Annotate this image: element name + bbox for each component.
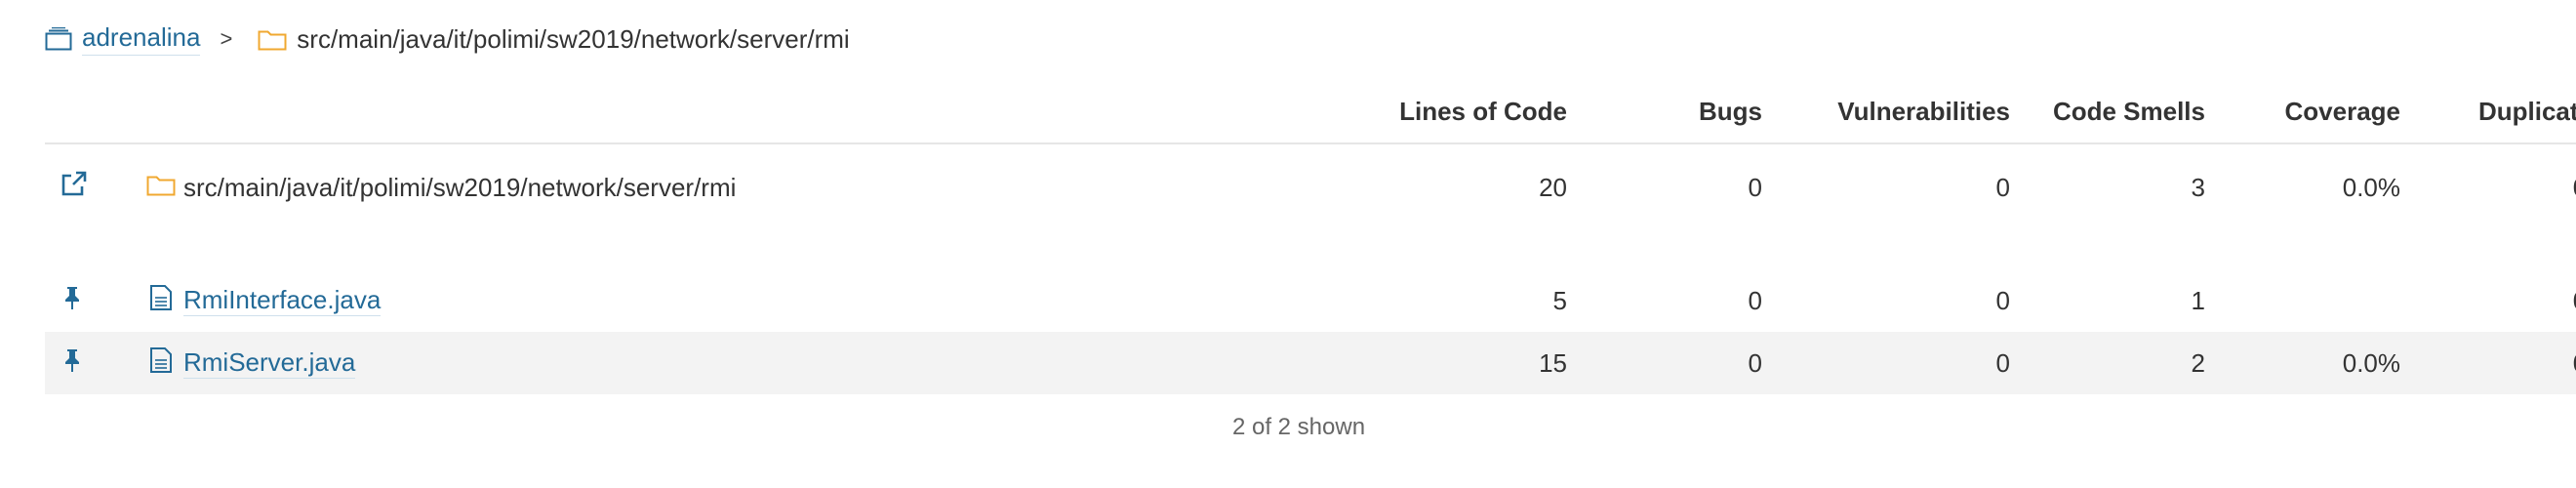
file-bugs[interactable]: 0 <box>1587 332 1782 394</box>
header-name <box>146 80 1391 144</box>
table-header: Lines of Code Bugs Vulnerabilities Code … <box>45 80 2576 144</box>
header-action <box>45 80 146 144</box>
file-code-smells[interactable]: 1 <box>2030 269 2225 332</box>
column-lines-of-code[interactable]: Lines of Code <box>1391 80 1587 144</box>
directory-name: src/main/java/it/polimi/sw2019/network/s… <box>183 172 737 202</box>
file-vulnerabilities[interactable]: 0 <box>1782 269 2030 332</box>
directory-coverage[interactable]: 0.0% <box>2225 143 2420 230</box>
breadcrumb-project-link[interactable]: adrenalina <box>82 22 201 56</box>
file-icon <box>146 346 183 381</box>
table-row: RmiInterface.java 5 0 0 1 0.0% <box>45 269 2576 332</box>
directory-vulnerabilities[interactable]: 0 <box>1782 143 2030 230</box>
breadcrumb: adrenalina > src/main/java/it/polimi/sw2… <box>45 20 850 59</box>
breadcrumb-path: src/main/java/it/polimi/sw2019/network/s… <box>297 23 850 54</box>
directory-duplications[interactable]: 0.0% <box>2420 143 2576 230</box>
project-icon <box>45 27 72 51</box>
row-spacer <box>45 230 2576 269</box>
folder-icon <box>146 172 183 204</box>
file-lines-of-code: 15 <box>1391 332 1587 394</box>
file-link[interactable]: RmiInterface.java <box>183 285 382 316</box>
external-link-icon[interactable] <box>59 170 88 206</box>
file-duplications[interactable]: 0.0% <box>2420 332 2576 394</box>
file-coverage[interactable]: 0.0% <box>2225 332 2420 394</box>
pin-icon[interactable] <box>62 285 82 317</box>
breadcrumb-separator: > <box>220 26 233 51</box>
directory-bugs[interactable]: 0 <box>1587 143 1782 230</box>
column-coverage[interactable]: Coverage <box>2225 80 2420 144</box>
results-count: 2 of 2 shown <box>1231 414 1366 440</box>
directory-row: src/main/java/it/polimi/sw2019/network/s… <box>45 143 2576 230</box>
folder-icon <box>258 27 287 51</box>
file-coverage[interactable] <box>2225 269 2420 332</box>
column-duplications[interactable]: Duplications <box>2420 80 2576 144</box>
column-vulnerabilities[interactable]: Vulnerabilities <box>1782 80 2030 144</box>
column-bugs[interactable]: Bugs <box>1587 80 1782 144</box>
column-code-smells[interactable]: Code Smells <box>2030 80 2225 144</box>
measures-table: Lines of Code Bugs Vulnerabilities Code … <box>45 80 2576 394</box>
file-duplications[interactable]: 0.0% <box>2420 269 2576 332</box>
file-icon <box>146 284 183 318</box>
pin-icon[interactable] <box>62 347 82 380</box>
file-code-smells[interactable]: 2 <box>2030 332 2225 394</box>
file-bugs[interactable]: 0 <box>1587 269 1782 332</box>
table-row: RmiServer.java 15 0 0 2 0.0% 0.0% <box>45 332 2576 394</box>
file-lines-of-code: 5 <box>1552 285 1567 315</box>
file-vulnerabilities[interactable]: 0 <box>1782 332 2030 394</box>
directory-lines-of-code: 20 <box>1539 172 1567 202</box>
directory-code-smells[interactable]: 3 <box>2030 143 2225 230</box>
file-link[interactable]: RmiServer.java <box>183 347 356 379</box>
